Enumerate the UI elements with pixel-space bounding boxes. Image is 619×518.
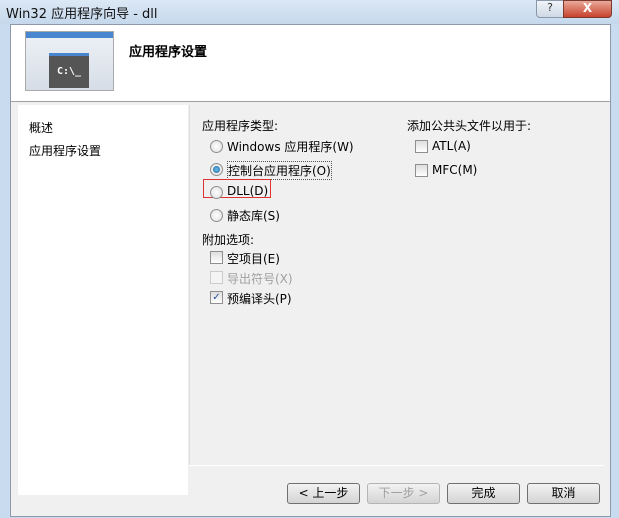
finish-button[interactable]: 完成 (447, 483, 520, 504)
sidebar-item-app-settings[interactable]: 应用程序设置 (29, 142, 101, 159)
prev-button[interactable]: < 上一步 (287, 483, 360, 504)
radio-console[interactable] (210, 163, 223, 176)
next-button: 下一步 > (367, 483, 440, 504)
checkbox-precompiled-header[interactable]: ✓ (210, 291, 223, 304)
precompiled-header-label[interactable]: 预编译头(P) (227, 290, 292, 307)
export-symbols-label: 导出符号(X) (227, 272, 293, 286)
radio-console-label[interactable]: 控制台应用程序(O) (227, 161, 332, 180)
console-prompt: C:\_ (49, 53, 89, 88)
title-bar: Win32 应用程序向导 - dll ? X (0, 0, 619, 24)
empty-project-label[interactable]: 空项目(E) (227, 250, 280, 267)
page-title: 应用程序设置 (129, 45, 208, 60)
common-headers-label: 添加公共头文件以用于: (407, 119, 532, 133)
checkbox-atl[interactable] (415, 140, 428, 153)
radio-static-lib[interactable] (210, 209, 223, 222)
radio-dll-label[interactable]: DLL(D) (227, 184, 268, 198)
checkbox-export-symbols (210, 271, 223, 284)
button-bar: < 上一步 下一步 > 完成 取消 (189, 465, 604, 516)
wizard-header: C:\_ 应用程序设置 (11, 25, 610, 102)
checkbox-empty-project[interactable] (210, 251, 223, 264)
mfc-label[interactable]: MFC(M) (432, 163, 477, 177)
app-type-label: 应用程序类型: (202, 119, 279, 133)
radio-static-lib-label[interactable]: 静态库(S) (227, 207, 280, 224)
radio-dll[interactable] (210, 186, 223, 199)
window-title: Win32 应用程序向导 - dll (6, 7, 158, 22)
wizard-client: C:\_ 应用程序设置 概述 应用程序设置 应用程序类型: Windows 应用… (10, 24, 611, 517)
radio-windows-label[interactable]: Windows 应用程序(W) (227, 138, 354, 155)
extra-options-label: 附加选项: (202, 233, 255, 247)
atl-label[interactable]: ATL(A) (432, 139, 471, 153)
cancel-button[interactable]: 取消 (527, 483, 600, 504)
help-button[interactable]: ? (536, 0, 564, 18)
console-app-icon: C:\_ (25, 31, 114, 91)
sidebar: 概述 应用程序设置 (18, 105, 188, 495)
sidebar-item-overview[interactable]: 概述 (29, 119, 53, 136)
checkbox-mfc[interactable] (415, 164, 428, 177)
close-button[interactable]: X (563, 0, 612, 18)
settings-panel: 应用程序类型: Windows 应用程序(W) 控制台应用程序(O) DLL(D… (189, 105, 605, 465)
radio-windows[interactable] (210, 140, 223, 153)
